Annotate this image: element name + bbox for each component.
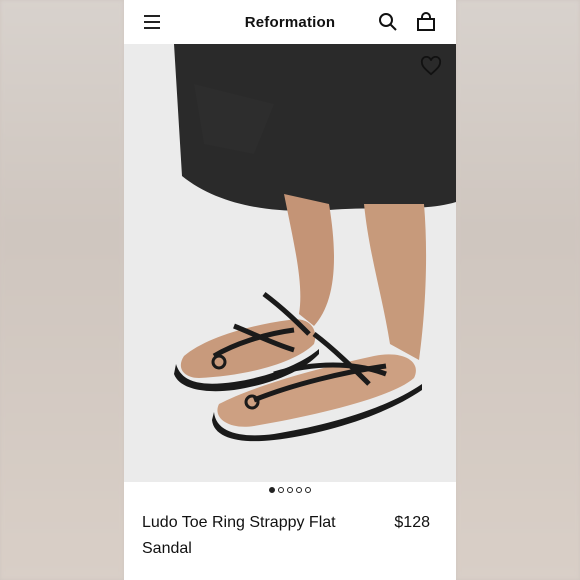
carousel-dot-2[interactable] [278, 487, 284, 493]
brand-logo[interactable]: Reformation [245, 14, 336, 31]
product-photo [124, 44, 456, 482]
hamburger-menu-icon[interactable] [144, 15, 160, 29]
phone-screen: Reformation Ludo Toe Ring Strappy Flat S… [124, 0, 456, 580]
carousel-indicator [124, 487, 456, 493]
search-icon[interactable] [378, 12, 398, 32]
carousel-dot-5[interactable] [305, 487, 311, 493]
blurred-backdrop-left [0, 0, 124, 580]
product-image[interactable] [124, 44, 456, 482]
product-title: Ludo Toe Ring Strappy Flat Sandal [142, 514, 336, 557]
heart-icon[interactable] [420, 56, 442, 76]
shopping-bag-icon[interactable] [416, 12, 436, 32]
carousel-dot-4[interactable] [296, 487, 302, 493]
carousel-dot-1[interactable] [269, 487, 275, 493]
blurred-backdrop-right [456, 0, 580, 580]
top-navigation-bar: Reformation [124, 0, 456, 44]
product-price: $128 [394, 514, 430, 531]
carousel-dot-3[interactable] [287, 487, 293, 493]
